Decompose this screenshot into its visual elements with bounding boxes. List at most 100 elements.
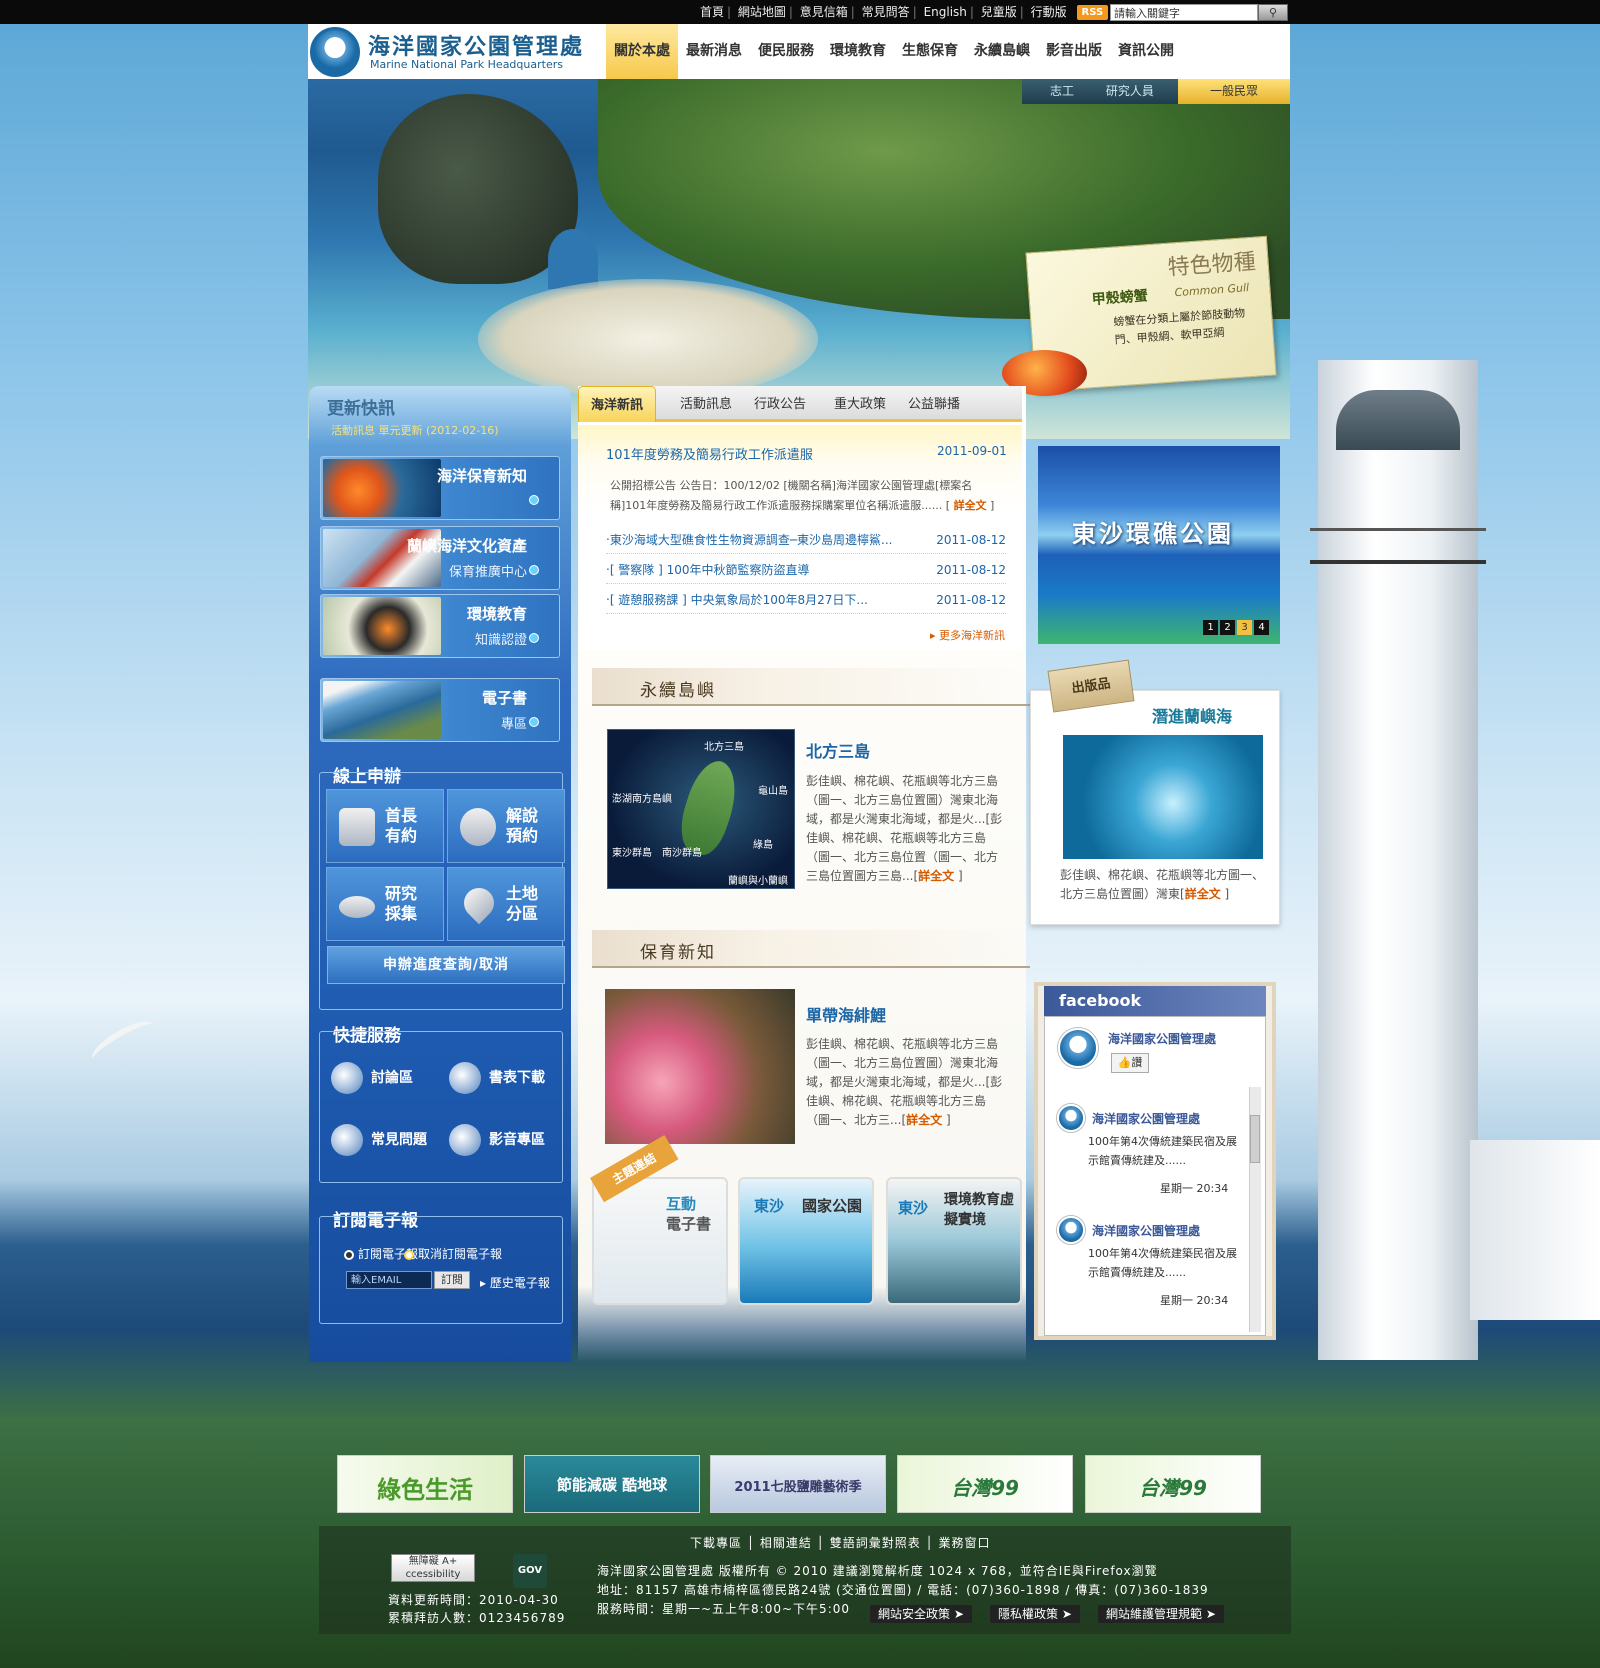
news-flash-item[interactable]: 活動訊息 單元更新 (2012-02-16) (331, 422, 499, 438)
partner-salt-art-festival[interactable]: 2011七股鹽雕藝術季 (710, 1455, 886, 1513)
nav-media[interactable]: 影音出版 (1038, 24, 1110, 79)
publication-title[interactable]: 潛進蘭嶼海 (1152, 703, 1232, 727)
search-input[interactable]: 請輸入關鍵字 (1110, 4, 1258, 21)
epaper-history-link[interactable]: ▸ 歷史電子報 (480, 1274, 550, 1291)
more-news-link[interactable]: ▸ 更多海洋新訊 (930, 627, 1005, 643)
apply-research-collect-button[interactable]: 研究 採集 (326, 867, 444, 941)
banner-ebook[interactable]: 電子書 專區 (320, 678, 560, 742)
conservation-more-link[interactable]: 詳全文 (906, 1113, 942, 1127)
carousel-title: 東沙環礁公園 (1072, 520, 1234, 548)
accessibility-badge[interactable]: 無障礙 A+ ccessibility (391, 1554, 475, 1582)
facebook-post-time: 星期一 20:34 (1160, 1182, 1229, 1195)
nav-news[interactable]: 最新消息 (678, 24, 750, 79)
banner-env-education[interactable]: 環境教育 知識認證 (320, 594, 560, 658)
utility-link-feedback[interactable]: 意見信箱 (800, 5, 848, 19)
footer-privacy-policy-button[interactable]: 隱私權政策 ➤ (990, 1605, 1080, 1623)
footer-links[interactable]: 下載專區 │ 相關連結 │ 雙語詞彙對照表 │ 業務窗口 (690, 1534, 991, 1551)
tab-admin-notice[interactable]: 行政公告 (754, 386, 806, 422)
unsubscribe-radio[interactable]: 取消訂閱電子報 (404, 1245, 502, 1262)
quick-faq[interactable]: 常見問題 (331, 1122, 427, 1158)
nav-info[interactable]: 資訊公開 (1110, 24, 1182, 79)
tab-public-service[interactable]: 公益聯播 (908, 386, 960, 422)
arrow-circle-icon (529, 565, 539, 575)
publication-more-link[interactable]: 詳全文 (1185, 887, 1221, 901)
footer-update-time: 資料更新時間：2010-04-30 (388, 1593, 559, 1607)
news-more-link[interactable]: 詳全文 (954, 499, 987, 512)
theme-title-b: 環境教育虛擬實境 (944, 1192, 1014, 1228)
nav-about[interactable]: 關於本處 (606, 24, 678, 79)
utility-link-sitemap[interactable]: 網站地圖 (738, 5, 786, 19)
nav-services[interactable]: 便民服務 (750, 24, 822, 79)
banner-title: 蘭嶼海洋文化資產 (406, 537, 527, 555)
news-row-title: ‧[ 警察隊 ] 100年中秋節監察防盜直導 (606, 563, 810, 577)
conservation-article-title[interactable]: 單帶海緋鯉 (806, 1002, 886, 1026)
tab-activities[interactable]: 活動訊息 (680, 386, 732, 422)
rss-icon[interactable]: RSS (1076, 5, 1109, 20)
email-field[interactable]: 輸入EMAIL (346, 1271, 432, 1289)
utility-link-english[interactable]: English (924, 5, 967, 19)
banner-marine-conservation[interactable]: 海洋保育新知 (320, 456, 560, 520)
news-tabs: 海洋新訊 活動訊息 行政公告 重大政策 公益聯播 (578, 386, 1022, 422)
apply-progress-button[interactable]: 申辦進度查詢/取消 (327, 946, 565, 984)
theme-dongsha-vr[interactable]: 東沙 環境教育虛擬實境 (886, 1177, 1022, 1305)
map-label: 綠島 (753, 840, 773, 851)
coral-image[interactable] (605, 989, 795, 1144)
main-nav: 關於本處 最新消息 便民服務 環境教育 生態保育 永續島嶼 影音出版 資訊公開 (606, 24, 1182, 79)
news-row[interactable]: ‧[ 遊憩服務課 ] 中央氣象局於100年8月27日下... 2011-08-12 (606, 586, 1006, 614)
news-row[interactable]: ‧[ 警察隊 ] 100年中秋節監察防盜直導 2011-08-12 (606, 556, 1006, 584)
quick-media[interactable]: 影音專區 (449, 1122, 545, 1158)
button-line2: 採集 (385, 904, 418, 923)
carousel-page-4[interactable]: 4 (1254, 620, 1269, 635)
facebook-scroll-thumb[interactable] (1250, 1115, 1260, 1163)
apply-director-meeting-button[interactable]: 首長 有約 (326, 789, 444, 863)
featured-carousel[interactable]: 東沙環礁公園 (1038, 446, 1280, 644)
partner-ecolife[interactable]: 節能減碳 酷地球 (524, 1455, 700, 1513)
speaker-person-icon (460, 808, 496, 846)
carousel-page-3[interactable]: 3 (1237, 620, 1252, 635)
utility-link-home[interactable]: 首頁 (700, 5, 724, 19)
nav-islands[interactable]: 永續島嶼 (966, 24, 1038, 79)
footer-security-policy-button[interactable]: 網站安全政策 ➤ (870, 1605, 972, 1623)
news-row-date: 2011-08-12 (936, 563, 1006, 577)
partner-green-life[interactable]: 綠色生活 (337, 1455, 513, 1513)
quick-forms-download[interactable]: 書表下載 (449, 1060, 545, 1096)
carousel-page-2[interactable]: 2 (1220, 620, 1235, 635)
apply-land-zoning-button[interactable]: 土地 分區 (447, 867, 565, 941)
news-row[interactable]: ‧東沙海域大型礁食性生物資源調查─東沙島周邊檸鯊... 2011-08-12 (606, 526, 1006, 554)
gov-logo[interactable]: GOV (513, 1554, 547, 1588)
footer-maintenance-policy-button[interactable]: 網站維護管理規範 ➤ (1098, 1605, 1224, 1623)
facebook-post-author[interactable]: 海洋國家公園管理處 (1092, 1110, 1200, 1127)
carousel-page-1[interactable]: 1 (1203, 620, 1218, 635)
facebook-post-author[interactable]: 海洋國家公園管理處 (1092, 1222, 1200, 1239)
tab-marine-news[interactable]: 海洋新訊 (578, 386, 657, 422)
utility-link-faq[interactable]: 常見問答 (862, 5, 910, 19)
arrow-circle-icon (529, 717, 539, 727)
facebook-page-name[interactable]: 海洋國家公園管理處 (1108, 1030, 1216, 1047)
facebook-post-text: 100年第4次傳統建築民宿及展示館賣傳統建及...... (1088, 1247, 1237, 1279)
partner-taiwan99[interactable]: 台灣99 (897, 1455, 1073, 1513)
facebook-page-avatar[interactable] (1058, 1028, 1098, 1068)
partner-taiwan99[interactable]: 台灣99 (1085, 1455, 1261, 1513)
quick-forum[interactable]: 討論區 (331, 1060, 413, 1096)
tab-major-policy[interactable]: 重大政策 (834, 386, 886, 422)
facebook-like-button[interactable]: 👍讚 (1111, 1053, 1149, 1073)
apply-guide-booking-button[interactable]: 解說 預約 (447, 789, 565, 863)
site-logo[interactable]: 海洋國家公園管理處 Marine National Park Headquart… (308, 24, 608, 79)
role-researcher[interactable]: 研究人員 (1106, 84, 1154, 98)
role-volunteer[interactable]: 志工 (1050, 84, 1074, 98)
islands-article-title[interactable]: 北方三島 (806, 738, 870, 762)
publication-image[interactable] (1063, 735, 1263, 859)
islands-map[interactable]: 北方三島 龜山島 澎湖南方島嶼 綠島 東沙群島 南沙群島 蘭嶼與小蘭嶼 (607, 729, 795, 889)
islands-more-link[interactable]: 詳全文 (918, 869, 954, 883)
search-button[interactable]: ⚲ (1258, 4, 1288, 21)
role-public[interactable]: 一般民眾 (1178, 79, 1290, 104)
section-title: 保育新知 (640, 943, 716, 963)
banner-lanyu-culture[interactable]: 蘭嶼海洋文化資產 保育推廣中心 (320, 526, 560, 590)
theme-dongsha-park[interactable]: 東沙 國家公園 (738, 1177, 874, 1305)
nav-conservation[interactable]: 生態保育 (894, 24, 966, 79)
utility-link-mobile[interactable]: 行動版 (1031, 5, 1067, 19)
nav-education[interactable]: 環境教育 (822, 24, 894, 79)
news-headline[interactable]: 101年度勞務及簡易行政工作派遣服 (606, 444, 813, 463)
subscribe-button[interactable]: 訂閱 (434, 1271, 470, 1289)
utility-link-kids[interactable]: 兒童版 (981, 5, 1017, 19)
